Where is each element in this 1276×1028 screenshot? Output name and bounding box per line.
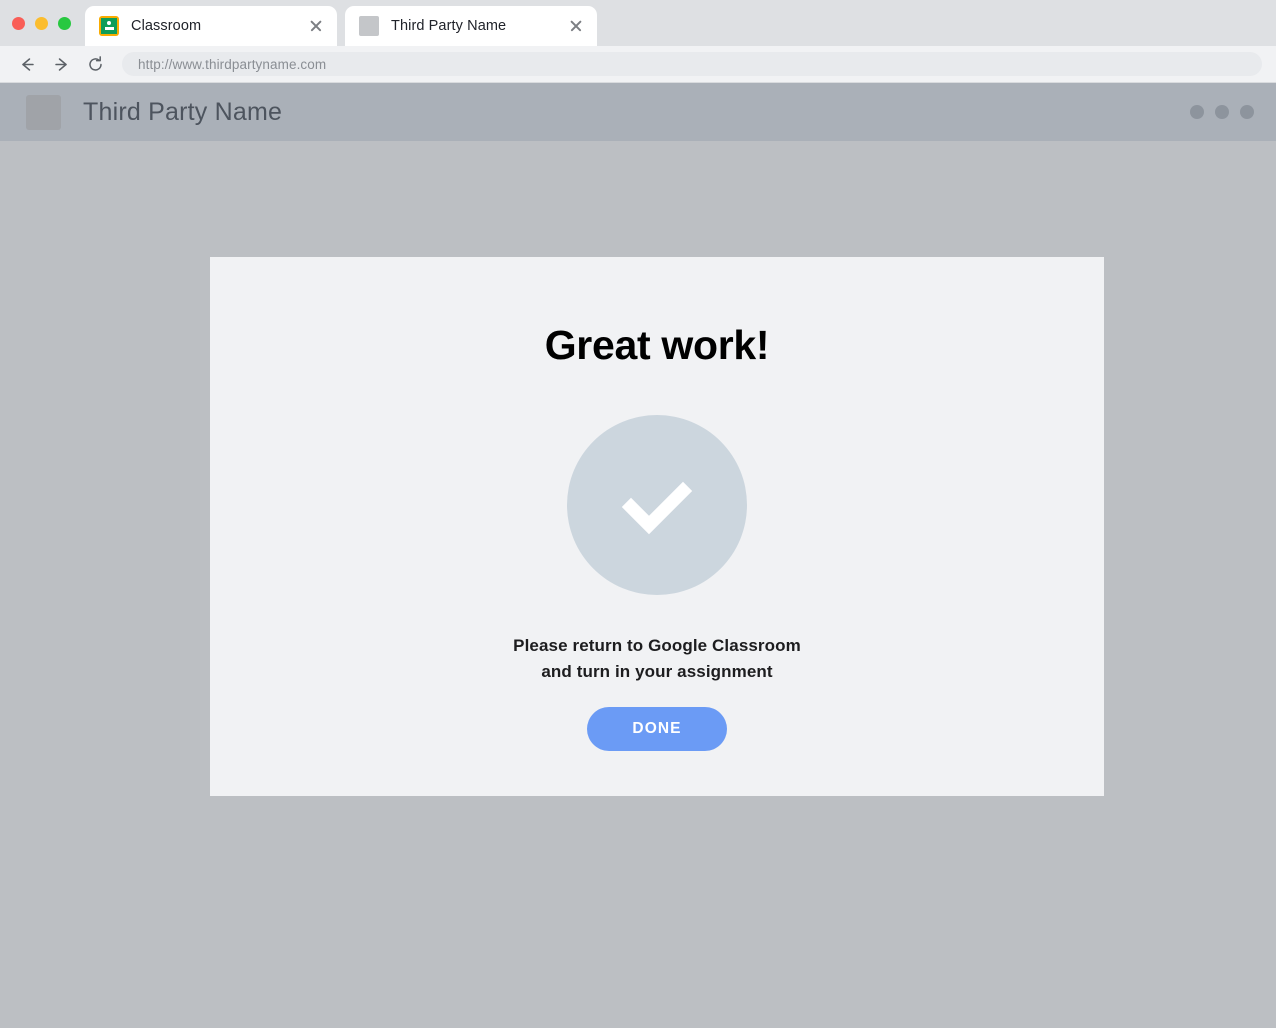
site-title: Third Party Name bbox=[83, 97, 283, 126]
instruction-line-1: Please return to Google Classroom bbox=[513, 636, 801, 655]
generic-site-icon bbox=[359, 16, 379, 36]
tab-classroom[interactable]: Classroom bbox=[85, 6, 337, 46]
window-maximize-button[interactable] bbox=[58, 16, 71, 30]
site-header: Third Party Name bbox=[0, 83, 1276, 141]
instruction-line-2: and turn in your assignment bbox=[541, 662, 773, 681]
page-body: Great work! Please return to Google Clas… bbox=[0, 141, 1276, 1028]
browser-toolbar: http://www.thirdpartyname.com bbox=[0, 46, 1276, 83]
window-close-button[interactable] bbox=[12, 16, 25, 30]
forward-button[interactable] bbox=[44, 49, 78, 79]
window-controls bbox=[0, 0, 85, 46]
confirmation-card: Great work! Please return to Google Clas… bbox=[210, 257, 1104, 796]
window-minimize-button[interactable] bbox=[35, 16, 48, 30]
browser-window: Classroom Third Party Name http://www.th… bbox=[0, 0, 1276, 1028]
success-check-icon bbox=[567, 415, 747, 595]
reload-button[interactable] bbox=[78, 49, 112, 79]
tab-title: Classroom bbox=[131, 18, 202, 34]
page-viewport: Third Party Name Great work! Please retu… bbox=[0, 83, 1276, 1028]
instruction-text: Please return to Google Classroom and tu… bbox=[513, 633, 801, 685]
tab-strip: Classroom Third Party Name bbox=[0, 0, 1276, 46]
site-logo-icon bbox=[26, 94, 61, 130]
back-button[interactable] bbox=[10, 49, 44, 79]
page-title: Great work! bbox=[544, 322, 770, 368]
url-text: http://www.thirdpartyname.com bbox=[138, 56, 327, 72]
overflow-menu-icon[interactable] bbox=[1190, 105, 1254, 119]
tab-list: Classroom Third Party Name bbox=[85, 0, 597, 46]
tab-title: Third Party Name bbox=[391, 18, 507, 34]
address-bar[interactable]: http://www.thirdpartyname.com bbox=[122, 52, 1262, 76]
close-icon[interactable] bbox=[567, 17, 585, 35]
close-icon[interactable] bbox=[307, 17, 325, 35]
tab-third-party-name[interactable]: Third Party Name bbox=[345, 6, 597, 46]
classroom-icon bbox=[99, 16, 119, 36]
done-button[interactable]: DONE bbox=[587, 707, 727, 751]
